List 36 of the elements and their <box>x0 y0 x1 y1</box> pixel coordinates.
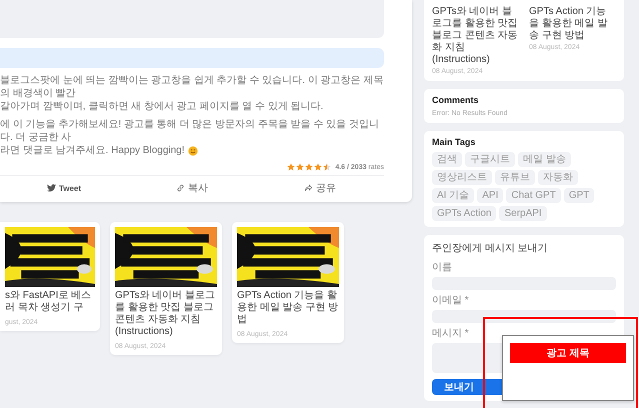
share-link[interactable]: 복사 <box>176 181 208 195</box>
tag-chip[interactable]: 메일 발송 <box>518 152 571 167</box>
share-link[interactable]: 공유 <box>304 181 336 195</box>
tag-chip[interactable]: 유튜브 <box>495 170 535 185</box>
paragraph-line: 갈아가며 깜빡이며, 클릭하면 새 창에서 광고 페이지를 열 수 있게 됩니다. <box>0 100 324 113</box>
field-label: 메시지 * <box>432 327 470 340</box>
post-title: s와 FastAPI로 베스 <box>5 290 92 302</box>
share-icon <box>304 184 313 192</box>
paragraph-line: 블로그스팟에 눈에 띄는 깜빡이는 광고창을 쉽게 추가할 수 있습니다. 이 광고창은 제목의 배경색이 빨간 <box>0 74 384 100</box>
field-label: 이름 <box>432 261 453 274</box>
smiley-icon <box>188 146 198 156</box>
link-icon <box>176 184 185 192</box>
paragraph-line: 에 이 기능을 추가해보세요! 광고를 통해 더 많은 방문자의 주목을 받을 수 있을 것입니다. 더 궁금한 사 <box>0 118 380 144</box>
tag-chip[interactable]: SerpAPI <box>499 206 547 221</box>
paragraph-line: 라면 댓글로 남겨주세요. Happy Blogging! <box>0 144 184 157</box>
post-title[interactable]: GPTs와 네이버 블로그를 활용한 맛집 블로그 콘텐츠 자동화 지침 (Instructions) <box>432 6 519 66</box>
share-link[interactable]: Tweet <box>46 181 82 195</box>
section-title: Main Tags <box>432 137 476 147</box>
field-label: 이메일 * <box>432 294 470 307</box>
tag-chip[interactable]: 자동화 <box>538 170 578 185</box>
tag-chip[interactable]: API <box>477 188 504 203</box>
post-title[interactable]: GPTs Action 기능을 활용한 메일 발송 구현 방법 <box>529 6 616 42</box>
tag-chip[interactable]: 구글시트 <box>465 152 515 167</box>
tag-chip[interactable]: 검색 <box>432 152 462 167</box>
tag-chip[interactable]: GPTs Action <box>432 206 496 221</box>
post-title: 러 목차 생성기 구 <box>5 302 84 314</box>
section-title: Comments <box>432 95 480 105</box>
tag-chip[interactable]: 영상리스트 <box>432 170 492 185</box>
post-title: GPTs Action 기능을 활용한 메일 발송 구현 방법 <box>237 290 339 326</box>
form-title: 주인장에게 메시지 보내기 <box>432 242 549 255</box>
post-title: GPTs와 네이버 블로그를 활용한 맛집 블로그 콘텐츠 자동화 지침 (Instructions) <box>115 290 216 338</box>
tag-chip[interactable]: Chat GPT <box>506 188 561 203</box>
ad-title-button[interactable]: 광고 제목 <box>510 343 626 363</box>
tag-chip[interactable]: GPT <box>564 188 594 203</box>
tag-chip[interactable]: AI 기술 <box>432 188 474 203</box>
bird-icon <box>46 184 56 192</box>
